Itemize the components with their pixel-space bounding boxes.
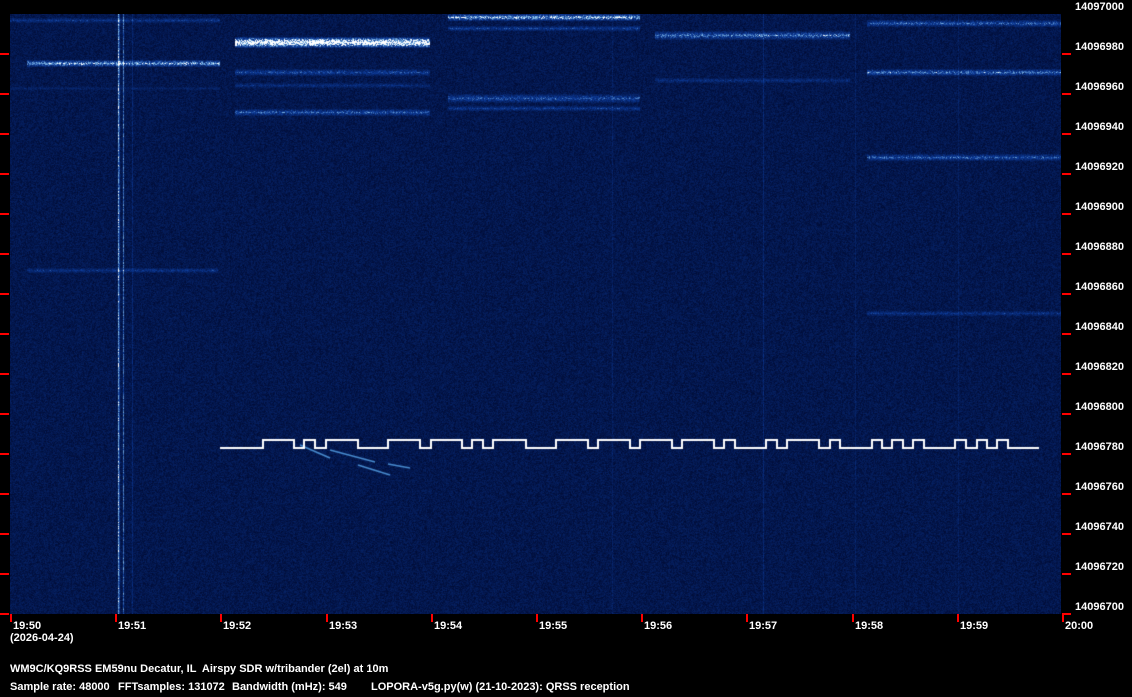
sample-rate: Sample rate: 48000 [10, 681, 110, 693]
frequency-tick [0, 213, 9, 215]
time-label: 19:59 [960, 620, 989, 632]
frequency-tick [1062, 373, 1071, 375]
fft-samples: FFTsamples: 131072 [118, 681, 225, 693]
frequency-label: 14096820 [1075, 361, 1124, 373]
time-label: 19:58 [855, 620, 884, 632]
bandwidth: Bandwidth (mHz): 549 [232, 681, 347, 693]
time-tick [852, 614, 854, 622]
time-tick [957, 614, 959, 622]
frequency-tick [0, 133, 9, 135]
frequency-label: 14096840 [1075, 321, 1124, 333]
time-label: 19:56 [644, 620, 673, 632]
frequency-label: 14096880 [1075, 241, 1124, 253]
frequency-tick [1062, 493, 1071, 495]
frequency-tick [1062, 213, 1071, 215]
frequency-tick [0, 93, 9, 95]
frequency-tick [0, 253, 9, 255]
frequency-tick [1062, 53, 1071, 55]
date-label: (2026-04-24) [10, 632, 74, 644]
time-tick [431, 614, 433, 622]
frequency-label: 14096900 [1075, 201, 1124, 213]
frequency-tick [0, 493, 9, 495]
waterfall-spectrogram [10, 14, 1061, 614]
frequency-tick [1062, 173, 1071, 175]
time-tick [746, 614, 748, 622]
time-label: 19:50 [13, 620, 42, 632]
frequency-label: 14096780 [1075, 441, 1124, 453]
frequency-tick [1062, 133, 1071, 135]
frequency-tick [1062, 573, 1071, 575]
frequency-tick [1062, 533, 1071, 535]
frequency-tick [1062, 253, 1071, 255]
time-tick [326, 614, 328, 622]
frequency-label: 14096800 [1075, 401, 1124, 413]
time-label: 20:00 [1065, 620, 1094, 632]
time-tick [115, 614, 117, 622]
software-info: LOPORA-v5g.py(w) (21-10-2023): QRSS rece… [371, 681, 630, 693]
frequency-label: 14097000 [1075, 1, 1124, 13]
frequency-label: 14096920 [1075, 161, 1124, 173]
time-label: 19:54 [434, 620, 463, 632]
time-tick [536, 614, 538, 622]
time-tick [1062, 614, 1064, 622]
frequency-tick [0, 533, 9, 535]
frequency-tick [0, 453, 9, 455]
frequency-label: 14096740 [1075, 521, 1124, 533]
frequency-label: 14096720 [1075, 561, 1124, 573]
frequency-tick [0, 613, 9, 615]
time-label: 19:55 [539, 620, 568, 632]
frequency-tick [0, 53, 9, 55]
frequency-label: 14096940 [1075, 121, 1124, 133]
frequency-tick [1062, 333, 1071, 335]
station-info: WM9C/KQ9RSS EM59nu Decatur, IL Airspy SD… [10, 663, 389, 675]
frequency-label: 14096960 [1075, 81, 1124, 93]
frequency-label: 14096860 [1075, 281, 1124, 293]
frequency-tick [1062, 413, 1071, 415]
time-label: 19:51 [118, 620, 147, 632]
frequency-label: 14096760 [1075, 481, 1124, 493]
time-tick [220, 614, 222, 622]
frequency-tick [0, 173, 9, 175]
frequency-tick [0, 413, 9, 415]
frequency-label: 14096980 [1075, 41, 1124, 53]
time-tick [641, 614, 643, 622]
frequency-tick [0, 293, 9, 295]
time-label: 19:53 [329, 620, 358, 632]
frequency-tick [1062, 453, 1071, 455]
frequency-tick [0, 333, 9, 335]
frequency-tick [1062, 93, 1071, 95]
frequency-label: 14096700 [1075, 601, 1124, 613]
frequency-tick [0, 573, 9, 575]
frequency-tick [1062, 293, 1071, 295]
frequency-tick [0, 373, 9, 375]
time-tick [10, 614, 12, 622]
time-label: 19:52 [223, 620, 252, 632]
time-label: 19:57 [749, 620, 778, 632]
